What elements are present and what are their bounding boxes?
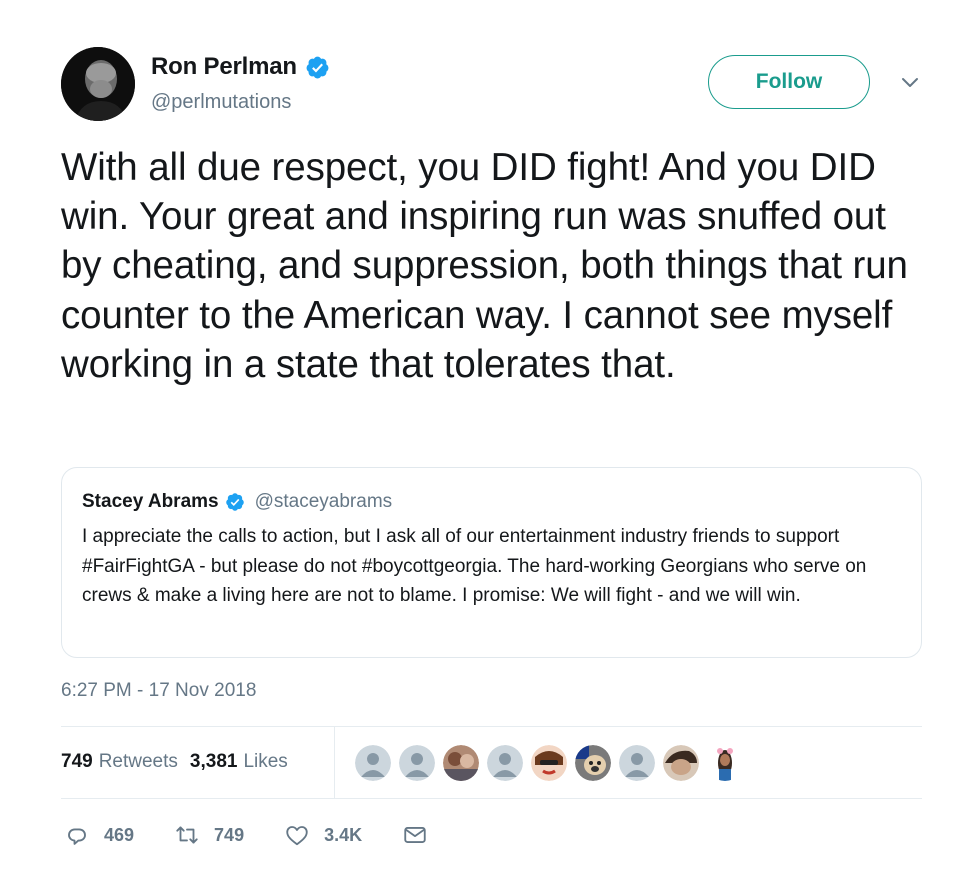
envelope-icon [404, 827, 426, 843]
reply-count: 469 [104, 824, 135, 845]
tweet-actions: 469 749 3.4K [64, 822, 468, 848]
tweet-stats: 749 Retweets 3,381 Likes [61, 751, 300, 773]
author-display-name[interactable]: Ron Perlman [151, 53, 297, 81]
stats-divider [334, 727, 335, 798]
quoted-tweet-text: I appreciate the calls to action, but I … [82, 526, 867, 606]
retweets-count: 749 [61, 751, 93, 772]
liker-avatar[interactable] [531, 745, 567, 781]
tweet-text: With all due respect, you DID fight! And… [61, 146, 908, 386]
quoted-display-name: Stacey Abrams [82, 491, 219, 512]
divider [61, 726, 922, 727]
chevron-down-icon[interactable] [900, 76, 920, 90]
retweets-stat[interactable]: 749 Retweets [61, 751, 178, 773]
verified-badge-icon [225, 492, 245, 512]
retweets-label: Retweets [98, 751, 178, 772]
author-avatar-image [61, 47, 135, 121]
heart-icon [286, 826, 308, 846]
author-name-row: Ron Perlman [151, 53, 330, 81]
quoted-tweet-header: Stacey Abrams @staceyabrams [82, 491, 392, 513]
reply-button[interactable]: 469 [64, 822, 134, 848]
liker-avatars [355, 745, 743, 781]
divider [61, 798, 922, 799]
likes-label: Likes [243, 751, 288, 772]
quoted-tweet-card[interactable]: Stacey Abrams @staceyabrams I appreciate… [61, 467, 922, 658]
liker-avatar[interactable] [443, 745, 479, 781]
likes-stat[interactable]: 3,381 Likes [190, 751, 288, 773]
liker-avatar[interactable] [619, 745, 655, 781]
liker-avatar[interactable] [663, 745, 699, 781]
liker-avatar[interactable] [399, 745, 435, 781]
retweet-button[interactable]: 749 [174, 822, 244, 848]
verified-badge-icon [305, 55, 330, 80]
retweet-icon [176, 826, 198, 844]
liker-avatar[interactable] [355, 745, 391, 781]
reply-icon [68, 828, 86, 845]
author-avatar[interactable] [61, 47, 135, 121]
retweet-count: 749 [214, 824, 245, 845]
author-handle[interactable]: @perlmutations [151, 91, 291, 114]
liker-avatar[interactable] [575, 745, 611, 781]
liker-avatar[interactable] [487, 745, 523, 781]
like-count: 3.4K [324, 824, 363, 845]
like-button[interactable]: 3.4K [284, 822, 362, 848]
liker-avatar[interactable] [707, 745, 743, 781]
follow-button[interactable]: Follow [708, 55, 870, 109]
tweet-timestamp[interactable]: 6:27 PM - 17 Nov 2018 [61, 680, 256, 702]
likes-count: 3,381 [189, 751, 238, 772]
direct-message-button[interactable] [402, 822, 428, 848]
quoted-handle: @staceyabrams [254, 491, 393, 512]
